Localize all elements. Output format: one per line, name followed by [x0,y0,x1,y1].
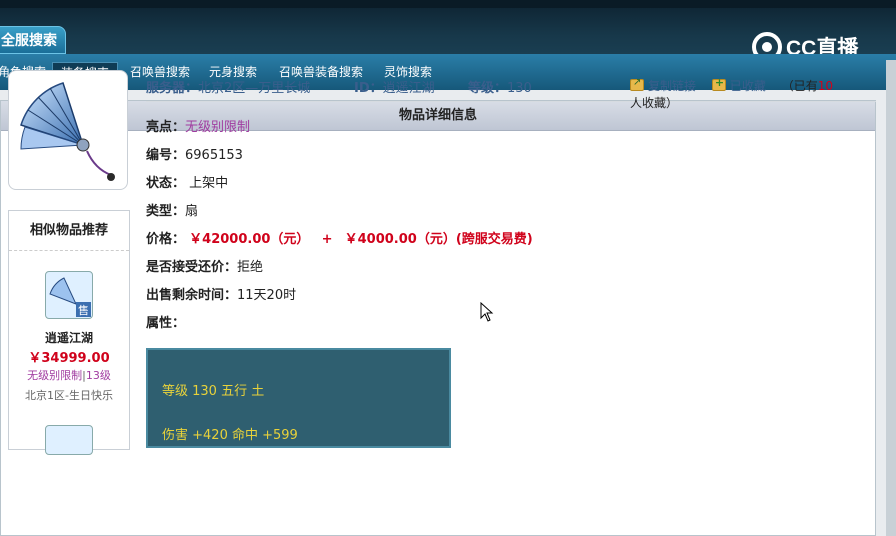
number-value: 6965153 [185,148,243,163]
similar-item-tags: 无级别限制|13级 [9,367,129,383]
field-bargain: 是否接受还价：拒绝 [146,256,263,275]
favorite-icon [711,76,726,91]
attribute-line-1: 等级 130 五行 土 [162,384,265,399]
item-actions: 复制链接 已收藏 （已有10 人收藏） [630,76,876,111]
similar-item-level: 13级 [85,369,111,382]
similar-item-name[interactable]: 逍遥江湖 [9,329,129,346]
similar-item-price: ￥34999.00 [28,351,110,366]
type-value: 扇 [185,204,199,219]
level-info: 等级：130 [468,77,532,96]
field-number: 编号：6965153 [146,144,243,163]
server-value: 北京2区—万里长城 [198,81,311,96]
favorite-button[interactable]: 已收藏 [711,76,766,93]
price-label: 价格： [146,232,186,247]
similar-item-server: 北京1区-生日快乐 [25,389,113,402]
field-status: 状态： 上架中 [146,172,228,191]
mouse-cursor-icon [480,302,494,322]
bargain-value: 拒绝 [237,260,264,275]
similar-items-sidebar: 相似物品推荐 售 逍遥江湖 ￥34999.00 无级别限制|13级 北京1区-生… [8,210,130,455]
price-plus: + [321,232,333,247]
favorite-label: 已收藏 [729,79,766,93]
remaining-label: 出售剩余时间： [146,288,238,303]
number-label: 编号： [146,148,186,163]
attribute-line-2: 伤害 +420 命中 +599 [162,428,298,443]
fav-prefix: （已有 [781,79,818,93]
item-info-bar: 服务器：北京2区—万里长城 ID：逍遥江湖 等级：130 复制链接 已收藏 （已… [146,72,876,110]
id-label: ID： [354,81,383,96]
fav-count-number: 10 [817,79,833,93]
item-image [8,70,128,190]
highlight-value: 无级别限制 [185,120,251,135]
similar-item-tag: 无级别限制 [27,369,83,382]
type-label: 类型： [146,204,186,219]
field-type: 类型：扇 [146,200,198,219]
server-label: 服务器： [146,81,199,96]
header-stripe [0,0,896,8]
fan-icon: 售 [49,277,91,317]
scrollbar[interactable] [886,60,896,536]
tab-server-search[interactable]: 全服搜索 [0,26,66,54]
field-remaining-time: 出售剩余时间：11天20时 [146,284,296,303]
id-info: ID：逍遥江湖 [354,77,435,96]
highlight-label: 亮点： [146,120,186,135]
fav-suffix: 人收藏） [630,96,679,110]
level-label: 等级： [468,81,508,96]
price-main: ￥42000.00（元） [189,232,310,247]
sale-badge: 售 [78,303,89,317]
attribute-box: 等级 130 五行 土 伤害 +420 命中 +599 [146,348,451,448]
similar-item-icon[interactable]: 售 [45,271,93,319]
status-label: 状态： [146,176,186,191]
similar-items-title: 相似物品推荐 [9,211,129,251]
field-price: 价格： ￥42000.00（元） + ￥4000.00（元）(跨服交易费) [146,228,533,247]
field-highlight: 亮点：无级别限制 [146,116,250,135]
attributes-label: 属性： [146,316,186,331]
item-detail-panel: 物品详细信息 [0,100,876,536]
bargain-label: 是否接受还价： [146,260,238,275]
copy-link-button[interactable]: 复制链接 [630,77,697,93]
server-info: 服务器：北京2区—万里长城 [146,77,310,96]
field-attributes: 属性： [146,312,185,331]
similar-item-icon-2[interactable] [45,425,93,455]
copy-link-label: 复制链接 [648,79,697,93]
fan-icon [20,82,115,181]
id-value: 逍遥江湖 [382,81,435,96]
level-value: 130 [507,81,532,96]
price-fee: ￥4000.00（元）(跨服交易费) [344,232,533,247]
link-icon [630,77,644,91]
status-value: 上架中 [189,176,229,191]
remaining-value: 11天20时 [237,288,297,303]
